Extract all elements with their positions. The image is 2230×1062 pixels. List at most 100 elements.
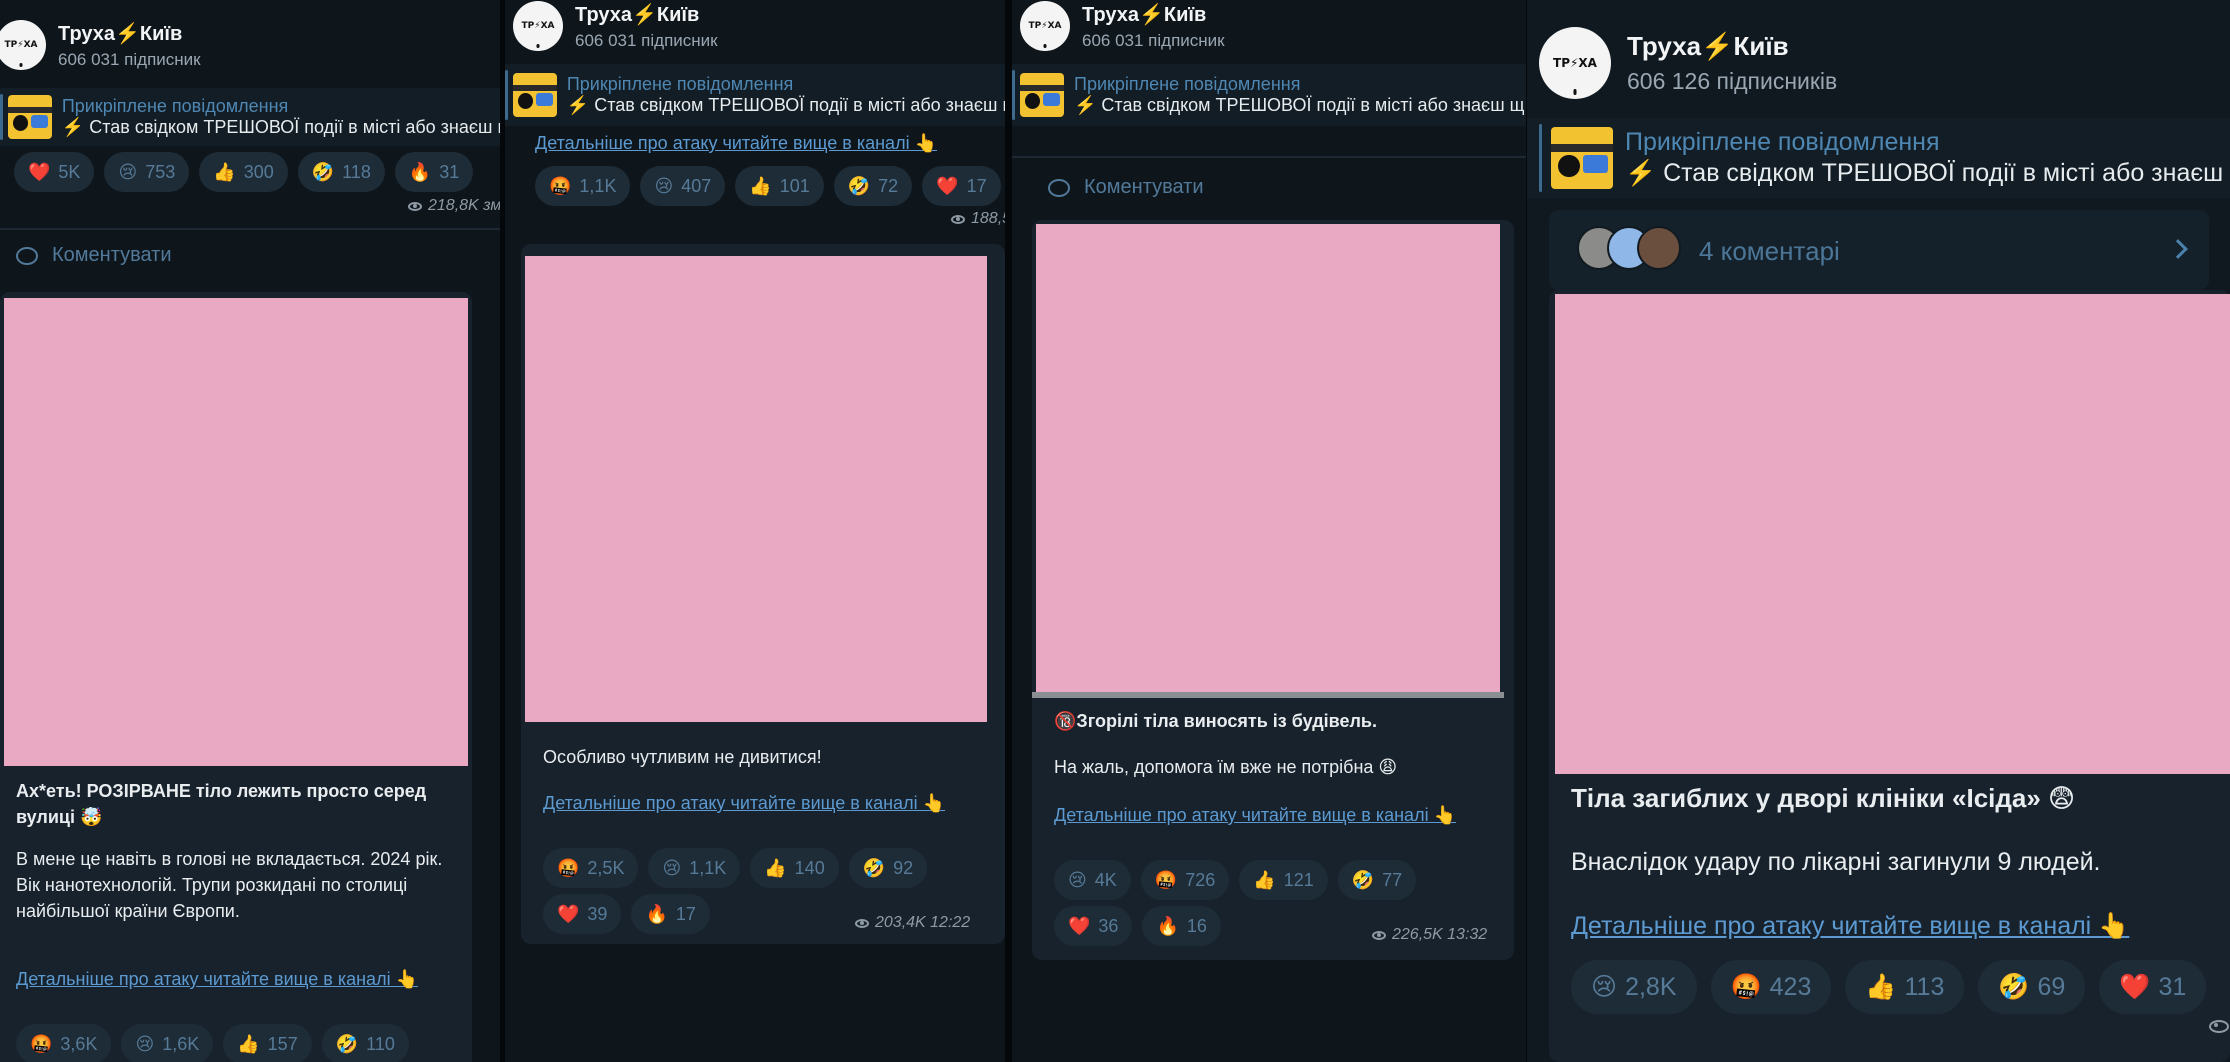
post-photo[interactable] [525, 256, 987, 722]
post-title: 🔞Згорілі тіла виносять із будівель. [1054, 711, 1377, 731]
post-body: В мене це навіть в голові не вкладається… [16, 849, 443, 922]
reaction-rofl[interactable]: 🤣 92 [848, 848, 928, 888]
reaction-thumbs-up[interactable]: 👍 113 [1845, 960, 1965, 1014]
post-body: На жаль, допомога їм вже не потрібна 😩 [1054, 757, 1398, 777]
post-photo[interactable] [4, 298, 468, 766]
pinned-indicator [1012, 70, 1015, 120]
divider [0, 228, 500, 230]
channel-header[interactable]: ТР⚡ХА Труха⚡️Київ 606 126 підписників [1527, 24, 2230, 102]
pinned-thumbnail [513, 73, 557, 117]
message-bubble: Ах*еть! РОЗІРВАНЕ тіло лежить просто сер… [0, 292, 472, 1062]
reaction-rofl[interactable]: 🤣 110 [321, 1024, 409, 1062]
post-body: Внаслідок удару по лікарні загинули 9 лю… [1571, 848, 2101, 876]
reaction-rofl[interactable]: 🤣 77 [1337, 860, 1417, 900]
divider [1012, 156, 1526, 158]
reaction-thumbs-up[interactable]: 👍 157 [223, 1024, 312, 1062]
reaction-cry[interactable]: 😢 407 [640, 166, 726, 206]
post-body: Особливо чутливим не дивитися! [543, 747, 822, 767]
pinned-message-bar[interactable]: Прикріплене повідомлення ⚡️ Став свідком… [1527, 118, 2230, 198]
pinned-text: ⚡️ Став свідком ТРЕШОВОЇ події в місті а… [1625, 159, 2225, 187]
reaction-heart[interactable]: ❤️ 39 [543, 894, 622, 934]
pinned-title: Прикріплене повідомлення [1625, 128, 1940, 156]
eye-icon [1372, 930, 1386, 940]
pinned-message-bar[interactable]: Прикріплене повідомлення ⚡️ Став свідком… [0, 88, 500, 146]
channel-name: Труха⚡️Київ [1627, 31, 1789, 61]
comment-icon [16, 246, 38, 265]
panel-separator [1005, 0, 1012, 1062]
channel-name: Труха⚡️Київ [1082, 3, 1207, 26]
comments-bar[interactable]: 4 коментарі [1549, 210, 2209, 290]
view-count: 203,4K 12:22 [855, 914, 970, 932]
comment-button[interactable]: Коментувати [16, 244, 172, 267]
pinned-text: ⚡️ Став свідком ТРЕШОВОЇ події в місті а… [566, 95, 1005, 115]
view-count: 218,8K зм [408, 197, 500, 215]
comment-icon [1048, 178, 1070, 197]
reaction-angry[interactable]: 🤬 726 [1140, 860, 1230, 900]
reaction-angry[interactable]: 🤬 1,1K [535, 166, 631, 206]
pinned-message-bar[interactable]: Прикріплене повідомлення ⚡️ Став свідком… [505, 64, 1005, 126]
reaction-cry[interactable]: 😢 1,1K [648, 848, 741, 888]
channel-avatar[interactable]: ТР⚡ХА [513, 1, 563, 51]
reaction-thumbs-up[interactable]: 👍 140 [750, 848, 839, 888]
post-photo[interactable] [1555, 294, 2230, 774]
reaction-heart[interactable]: ❤️ 5K [14, 152, 95, 192]
reaction-cry[interactable]: 😢 1,6K [121, 1024, 214, 1062]
post-link[interactable]: Детальніше про атаку читайте вище в кана… [543, 790, 983, 816]
view-count: 188,5 [951, 210, 1005, 228]
reaction-thumbs-up[interactable]: 👍 121 [1239, 860, 1328, 900]
reactions-row: 🤬 3,6K 😢 1,6K 👍 157 🤣 110 [16, 1024, 409, 1062]
post-title: Тіла загиблих у дворі клініки «Ісіда» 😨 [1571, 783, 2076, 813]
reaction-fire[interactable]: 🔥 17 [631, 894, 710, 934]
channel-avatar[interactable]: ТР⚡ХА [0, 20, 46, 70]
reaction-thumbs-up[interactable]: 👍 300 [199, 152, 288, 192]
pinned-indicator [0, 94, 3, 140]
channel-header[interactable]: ТР⚡ХА Труха⚡️Київ 606 031 підписник [0, 14, 500, 76]
reaction-angry[interactable]: 🤬 423 [1710, 960, 1832, 1014]
pinned-indicator [1539, 124, 1542, 192]
post-link[interactable]: Детальніше про атаку читайте вище в кана… [1571, 908, 2230, 944]
pinned-thumbnail [1020, 73, 1064, 117]
subscriber-count: 606 031 підписник [575, 30, 718, 50]
reaction-cry[interactable]: 😢 2,8K [1571, 960, 1697, 1014]
channel-header[interactable]: ТР⚡ХА Труха⚡️Київ 606 031 підписник [505, 0, 1005, 52]
reaction-heart[interactable]: ❤️ 36 [1054, 906, 1133, 946]
pinned-thumbnail [1551, 127, 1613, 189]
reaction-fire[interactable]: 🔥 31 [394, 152, 474, 192]
reactions-row: ❤️ 5K 😢 753 👍 300 🤣 118 🔥 31 [14, 152, 474, 192]
reaction-cry[interactable]: 😢 4K [1054, 860, 1131, 900]
message-bubble: Особливо чутливим не дивитися! Детальніш… [521, 244, 1005, 944]
channel-avatar[interactable]: ТР⚡ХА [1020, 1, 1070, 51]
comments-count: 4 коментарі [1699, 236, 1840, 266]
pinned-message-bar[interactable]: Прикріплене повідомлення ⚡️ Став свідком… [1012, 64, 1526, 126]
message-bubble: Тіла загиблих у дворі клініки «Ісіда» 😨 … [1549, 290, 2230, 1062]
comment-button[interactable]: Коментувати [1048, 176, 1204, 199]
reaction-thumbs-up[interactable]: 👍 101 [735, 166, 824, 206]
eye-icon [2209, 1020, 2229, 1033]
channel-name: Труха⚡️Київ [575, 3, 700, 26]
screenshot-panel-3: ТР⚡ХА Труха⚡️Київ 606 031 підписник Прик… [1012, 0, 1526, 1062]
reaction-rofl[interactable]: 🤣 69 [1978, 960, 2086, 1014]
screenshot-panel-1: ТР⚡ХА Труха⚡️Київ 606 031 підписник Прик… [0, 0, 500, 1062]
reaction-heart[interactable]: ❤️ 31 [2099, 960, 2207, 1014]
post-photo[interactable] [1036, 224, 1500, 692]
subscriber-count: 606 126 підписників [1627, 68, 1838, 94]
reaction-rofl[interactable]: 🤣 118 [297, 152, 385, 192]
reaction-angry[interactable]: 🤬 2,5K [543, 848, 639, 888]
post-link[interactable]: Детальніше про атаку читайте вище в кана… [535, 130, 1005, 156]
channel-avatar[interactable]: ТР⚡ХА [1539, 27, 1611, 99]
post-link[interactable]: Детальніше про атаку читайте вище в кана… [16, 966, 456, 992]
eye-icon [855, 918, 869, 928]
reaction-angry[interactable]: 🤬 3,6K [16, 1024, 112, 1062]
reaction-fire[interactable]: 🔥 16 [1142, 906, 1221, 946]
reaction-rofl[interactable]: 🤣 72 [833, 166, 913, 206]
channel-header[interactable]: ТР⚡ХА Труха⚡️Київ 606 031 підписник [1012, 0, 1526, 52]
channel-name: Труха⚡️Київ [58, 22, 183, 45]
view-count: 226,5K 13:32 [1372, 926, 1487, 944]
subscriber-count: 606 031 підписник [1082, 30, 1225, 50]
reaction-cry[interactable]: 😢 753 [104, 152, 190, 192]
pinned-thumbnail [8, 95, 52, 139]
pinned-text: ⚡️ Став свідком ТРЕШОВОЇ події в місті а… [61, 117, 500, 137]
reaction-heart[interactable]: ❤️ 17 [922, 166, 1001, 206]
post-link[interactable]: Детальніше про атаку читайте вище в кана… [1054, 802, 1494, 828]
pinned-title: Прикріплене повідомлення [61, 96, 289, 116]
